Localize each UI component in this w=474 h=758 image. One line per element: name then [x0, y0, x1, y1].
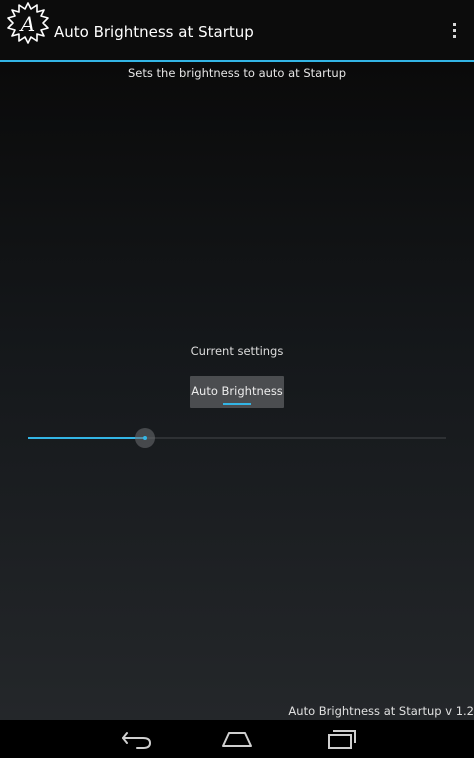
recents-icon[interactable] — [319, 726, 359, 752]
brightness-slider[interactable] — [28, 426, 446, 450]
overflow-menu-icon[interactable] — [450, 23, 458, 43]
slider-fill — [28, 437, 145, 439]
current-settings-label: Current settings — [190, 344, 284, 358]
svg-text:A: A — [19, 12, 35, 36]
home-icon[interactable] — [217, 726, 257, 752]
app-logo-icon[interactable]: A — [6, 1, 50, 45]
auto-brightness-button[interactable]: Auto Brightness — [190, 376, 284, 408]
auto-brightness-button-label: Auto Brightness — [191, 384, 283, 398]
version-text: Auto Brightness at Startup v 1.2 — [288, 704, 474, 718]
subtitle-text: Sets the brightness to auto at Startup — [127, 66, 346, 80]
navigation-bar — [0, 720, 474, 758]
back-icon[interactable] — [117, 726, 157, 752]
main-content: Sets the brightness to auto at Startup C… — [0, 62, 474, 720]
app-title: Auto Brightness at Startup — [54, 23, 254, 41]
slider-thumb[interactable] — [135, 428, 155, 448]
action-bar: A Auto Brightness at Startup — [0, 0, 474, 62]
button-indicator — [223, 403, 251, 405]
